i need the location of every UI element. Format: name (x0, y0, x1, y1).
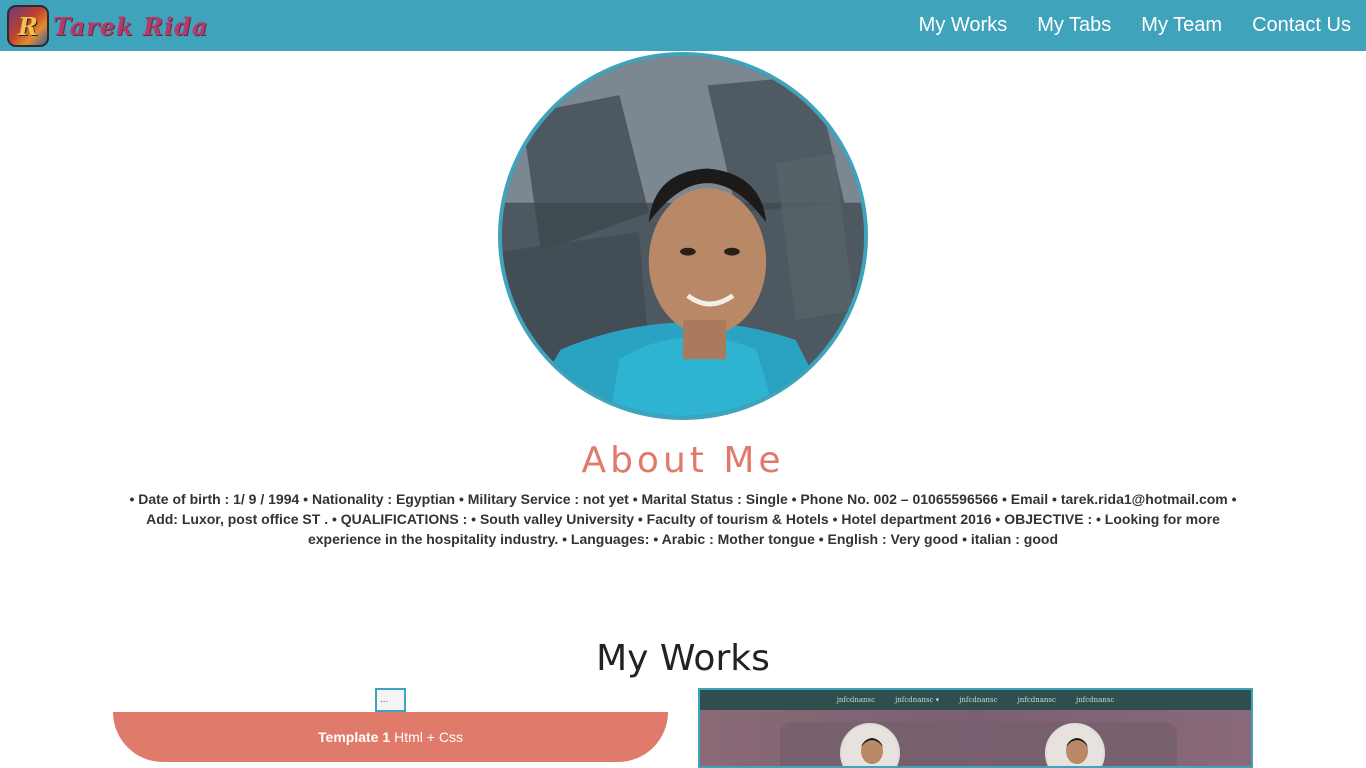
template-1-card[interactable]: Template 1 Html + Css (113, 712, 668, 762)
navbar: R Tarek Rida My Works My Tabs My Team Co… (0, 0, 1366, 51)
about-text: • Date of birth : 1/ 9 / 1994 • National… (129, 491, 1237, 547)
nav-link-my-works[interactable]: My Works (919, 14, 1008, 37)
logo-icon: R (7, 5, 49, 47)
preview-nav-item: jnfcdnansc ▾ (895, 696, 940, 704)
preview-nav-item: jnfcdnansc (959, 696, 998, 704)
nav-link-my-tabs[interactable]: My Tabs (1037, 14, 1111, 37)
broken-image-icon: ... (375, 688, 406, 712)
logo-letter: R (18, 11, 38, 41)
preview-body (700, 710, 1251, 766)
broken-image-alt: ... (380, 694, 389, 705)
preview-nav-item: jnfcdnansc (1075, 696, 1115, 704)
preview-nav-item: jnfcdnansc (1017, 696, 1056, 704)
preview-navbar: jnfcdnansc jnfcdnansc ▾ jnfcdnansc jnfcd… (700, 690, 1251, 710)
work-preview-2[interactable]: jnfcdnansc jnfcdnansc ▾ jnfcdnansc jnfcd… (698, 688, 1253, 768)
nav-links: My Works My Tabs My Team Contact Us (889, 0, 1351, 51)
nav-link-my-team[interactable]: My Team (1141, 14, 1222, 37)
logo-text: Tarek Rida (53, 11, 209, 41)
template-name: Template 1 (318, 729, 391, 745)
about-title: About Me (581, 440, 785, 481)
template-tech: Html + Css (394, 729, 463, 745)
preview-nav-item: jnfcdnansc (836, 696, 876, 704)
nav-link-contact-us[interactable]: Contact Us (1252, 14, 1351, 37)
logo[interactable]: R Tarek Rida (7, 3, 208, 49)
works-title: My Works (596, 638, 770, 679)
profile-photo (498, 52, 868, 420)
